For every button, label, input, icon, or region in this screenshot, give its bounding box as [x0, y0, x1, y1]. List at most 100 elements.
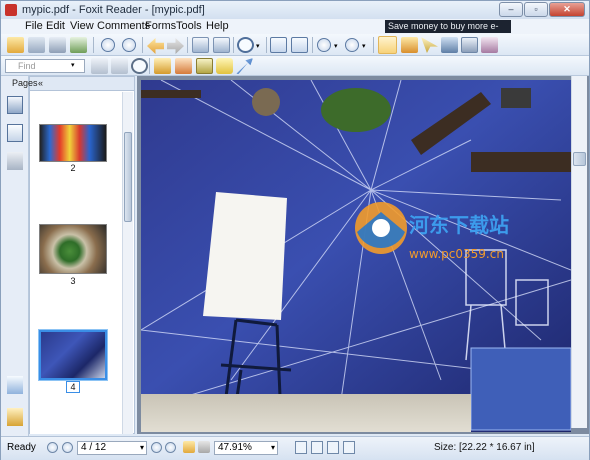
find-dropdown-icon[interactable]: ▾ — [71, 61, 79, 69]
comments-panel-icon[interactable] — [7, 376, 23, 394]
camera-icon[interactable] — [481, 37, 498, 53]
page-thumbnail-3[interactable] — [39, 224, 107, 274]
email-icon[interactable] — [70, 37, 87, 53]
single-page-layout-icon[interactable] — [295, 441, 307, 454]
previous-page-button[interactable] — [62, 442, 73, 453]
menu-forms[interactable]: Forms — [145, 20, 176, 32]
zoom-dropdown-icon[interactable]: ▾ — [271, 442, 275, 454]
zoom-field[interactable]: 47.91% ▾ — [214, 441, 278, 455]
watermark-logo — [355, 202, 407, 254]
rotate-icon[interactable] — [192, 37, 209, 53]
page-dropdown-icon[interactable]: ▾ — [140, 442, 144, 454]
go-forward-icon[interactable] — [198, 441, 210, 453]
wooden-beam-left — [141, 90, 201, 98]
app-window: mypic.pdf - Foxit Reader - [mypic.pdf] –… — [0, 0, 590, 460]
secondary-toolbar: Find ▾ — [1, 56, 589, 76]
thumbnail-scroll-thumb[interactable] — [124, 132, 132, 222]
wicker-chair — [470, 347, 571, 431]
forward-arrow-icon[interactable] — [167, 38, 184, 54]
zoom-value: 47.91% — [218, 442, 252, 453]
facing-layout-icon[interactable] — [327, 441, 339, 454]
back-arrow-icon[interactable] — [147, 38, 164, 54]
bookmarks-icon[interactable] — [7, 96, 23, 114]
hand-tool-icon[interactable] — [378, 36, 397, 54]
pages-panel-title: Pages — [12, 78, 38, 88]
find-next-icon[interactable] — [111, 58, 128, 74]
zoom-in-dropdown-icon[interactable]: ▾ — [362, 42, 369, 50]
annotation-select-icon[interactable] — [421, 37, 438, 53]
comment-tool-icon[interactable] — [154, 58, 171, 74]
actual-size-icon[interactable] — [270, 37, 287, 53]
text-box-icon[interactable] — [196, 58, 213, 74]
wooden-beam-lower — [471, 152, 571, 172]
zoom-out-icon[interactable] — [317, 38, 331, 52]
page-number-field[interactable]: 4 / 12 ▾ — [77, 441, 147, 455]
first-page-button[interactable] — [47, 442, 58, 453]
maximize-button[interactable]: ▫ — [524, 2, 548, 17]
pages-icon[interactable] — [7, 124, 23, 142]
snapshot-icon[interactable] — [441, 37, 458, 53]
print-icon[interactable] — [49, 37, 66, 53]
menu-view[interactable]: View — [70, 20, 94, 32]
thumbnail-scrollbar[interactable] — [122, 92, 133, 434]
typewriter-icon[interactable] — [461, 37, 478, 53]
watermark-text: 河东下载站 — [409, 213, 509, 237]
zoom-in-icon[interactable] — [345, 38, 359, 52]
page-thumbnail-label: 4 — [39, 381, 107, 393]
menu-edit[interactable]: Edit — [46, 20, 65, 32]
menu-comments[interactable]: Comments — [97, 20, 150, 32]
navigation-rail — [1, 76, 29, 436]
last-page-button[interactable] — [165, 442, 176, 453]
previous-page-icon[interactable] — [101, 38, 115, 52]
find-previous-icon[interactable] — [91, 58, 108, 74]
page-photo: 河东下载站 www.pc0359.cn — [141, 80, 571, 432]
fit-page-icon[interactable] — [291, 37, 308, 53]
page-thumbnail-2[interactable] — [39, 124, 107, 162]
page-indicator: 4 / 12 — [81, 442, 107, 453]
document-scroll-thumb[interactable] — [573, 152, 586, 166]
menu-help[interactable]: Help — [206, 20, 229, 32]
note-icon[interactable] — [216, 58, 233, 74]
ad-banner[interactable]: Save money to buy more e-books. — [385, 20, 511, 44]
page-thumbnail-label: 2 — [70, 163, 76, 173]
thumbnail-list: 2 3 4 — [30, 92, 122, 434]
page-thumbnail-4[interactable] — [38, 329, 108, 381]
extract-icon[interactable] — [213, 37, 230, 53]
title-bar: mypic.pdf - Foxit Reader - [mypic.pdf] –… — [1, 1, 589, 19]
pdf-page[interactable]: 河东下载站 www.pc0359.cn — [141, 80, 571, 432]
window-title: mypic.pdf - Foxit Reader - [mypic.pdf] — [22, 4, 205, 16]
zoom-out-dropdown-icon[interactable]: ▾ — [334, 42, 341, 50]
document-vertical-scrollbar[interactable] — [571, 76, 587, 428]
status-ready: Ready — [7, 442, 36, 453]
pencil-icon[interactable] — [175, 58, 192, 74]
next-page-button[interactable] — [151, 442, 162, 453]
next-page-icon[interactable] — [122, 38, 136, 52]
zoom-tool-dropdown-icon[interactable]: ▾ — [256, 42, 263, 50]
minimize-button[interactable]: – — [499, 2, 523, 17]
open-icon[interactable] — [7, 37, 24, 53]
attachments-icon[interactable] — [7, 408, 23, 426]
status-bar: Ready 4 / 12 ▾ 47.91% ▾ Size: [22.22 * 1… — [1, 436, 589, 460]
page-size-info: Size: [22.22 * 16.67 in] — [434, 442, 535, 453]
close-button[interactable]: ✕ — [549, 2, 585, 17]
select-text-icon[interactable] — [401, 37, 418, 53]
arrow-tool-icon[interactable] — [236, 58, 253, 74]
collapse-panel-button[interactable]: « — [38, 78, 131, 88]
zoom-in-tool-icon[interactable] — [237, 37, 254, 53]
continuous-facing-layout-icon[interactable] — [343, 441, 355, 454]
continuous-layout-icon[interactable] — [311, 441, 323, 454]
watermark-url: www.pc0359.cn — [409, 247, 504, 261]
search-icon[interactable] — [131, 58, 148, 74]
pages-panel: Pages « 2 3 4 — [12, 76, 135, 434]
menu-tools[interactable]: Tools — [176, 20, 202, 32]
go-back-icon[interactable] — [183, 441, 195, 453]
save-icon[interactable] — [28, 37, 45, 53]
page-thumbnail-label: 3 — [70, 276, 76, 286]
menu-file[interactable]: File — [25, 20, 43, 32]
foxit-app-icon — [5, 4, 17, 16]
white-sign — [203, 192, 287, 320]
wall-lamp — [501, 88, 531, 108]
document-view[interactable]: 河东下载站 www.pc0359.cn — [137, 76, 589, 434]
layers-icon[interactable] — [7, 152, 23, 170]
plant — [321, 88, 391, 132]
